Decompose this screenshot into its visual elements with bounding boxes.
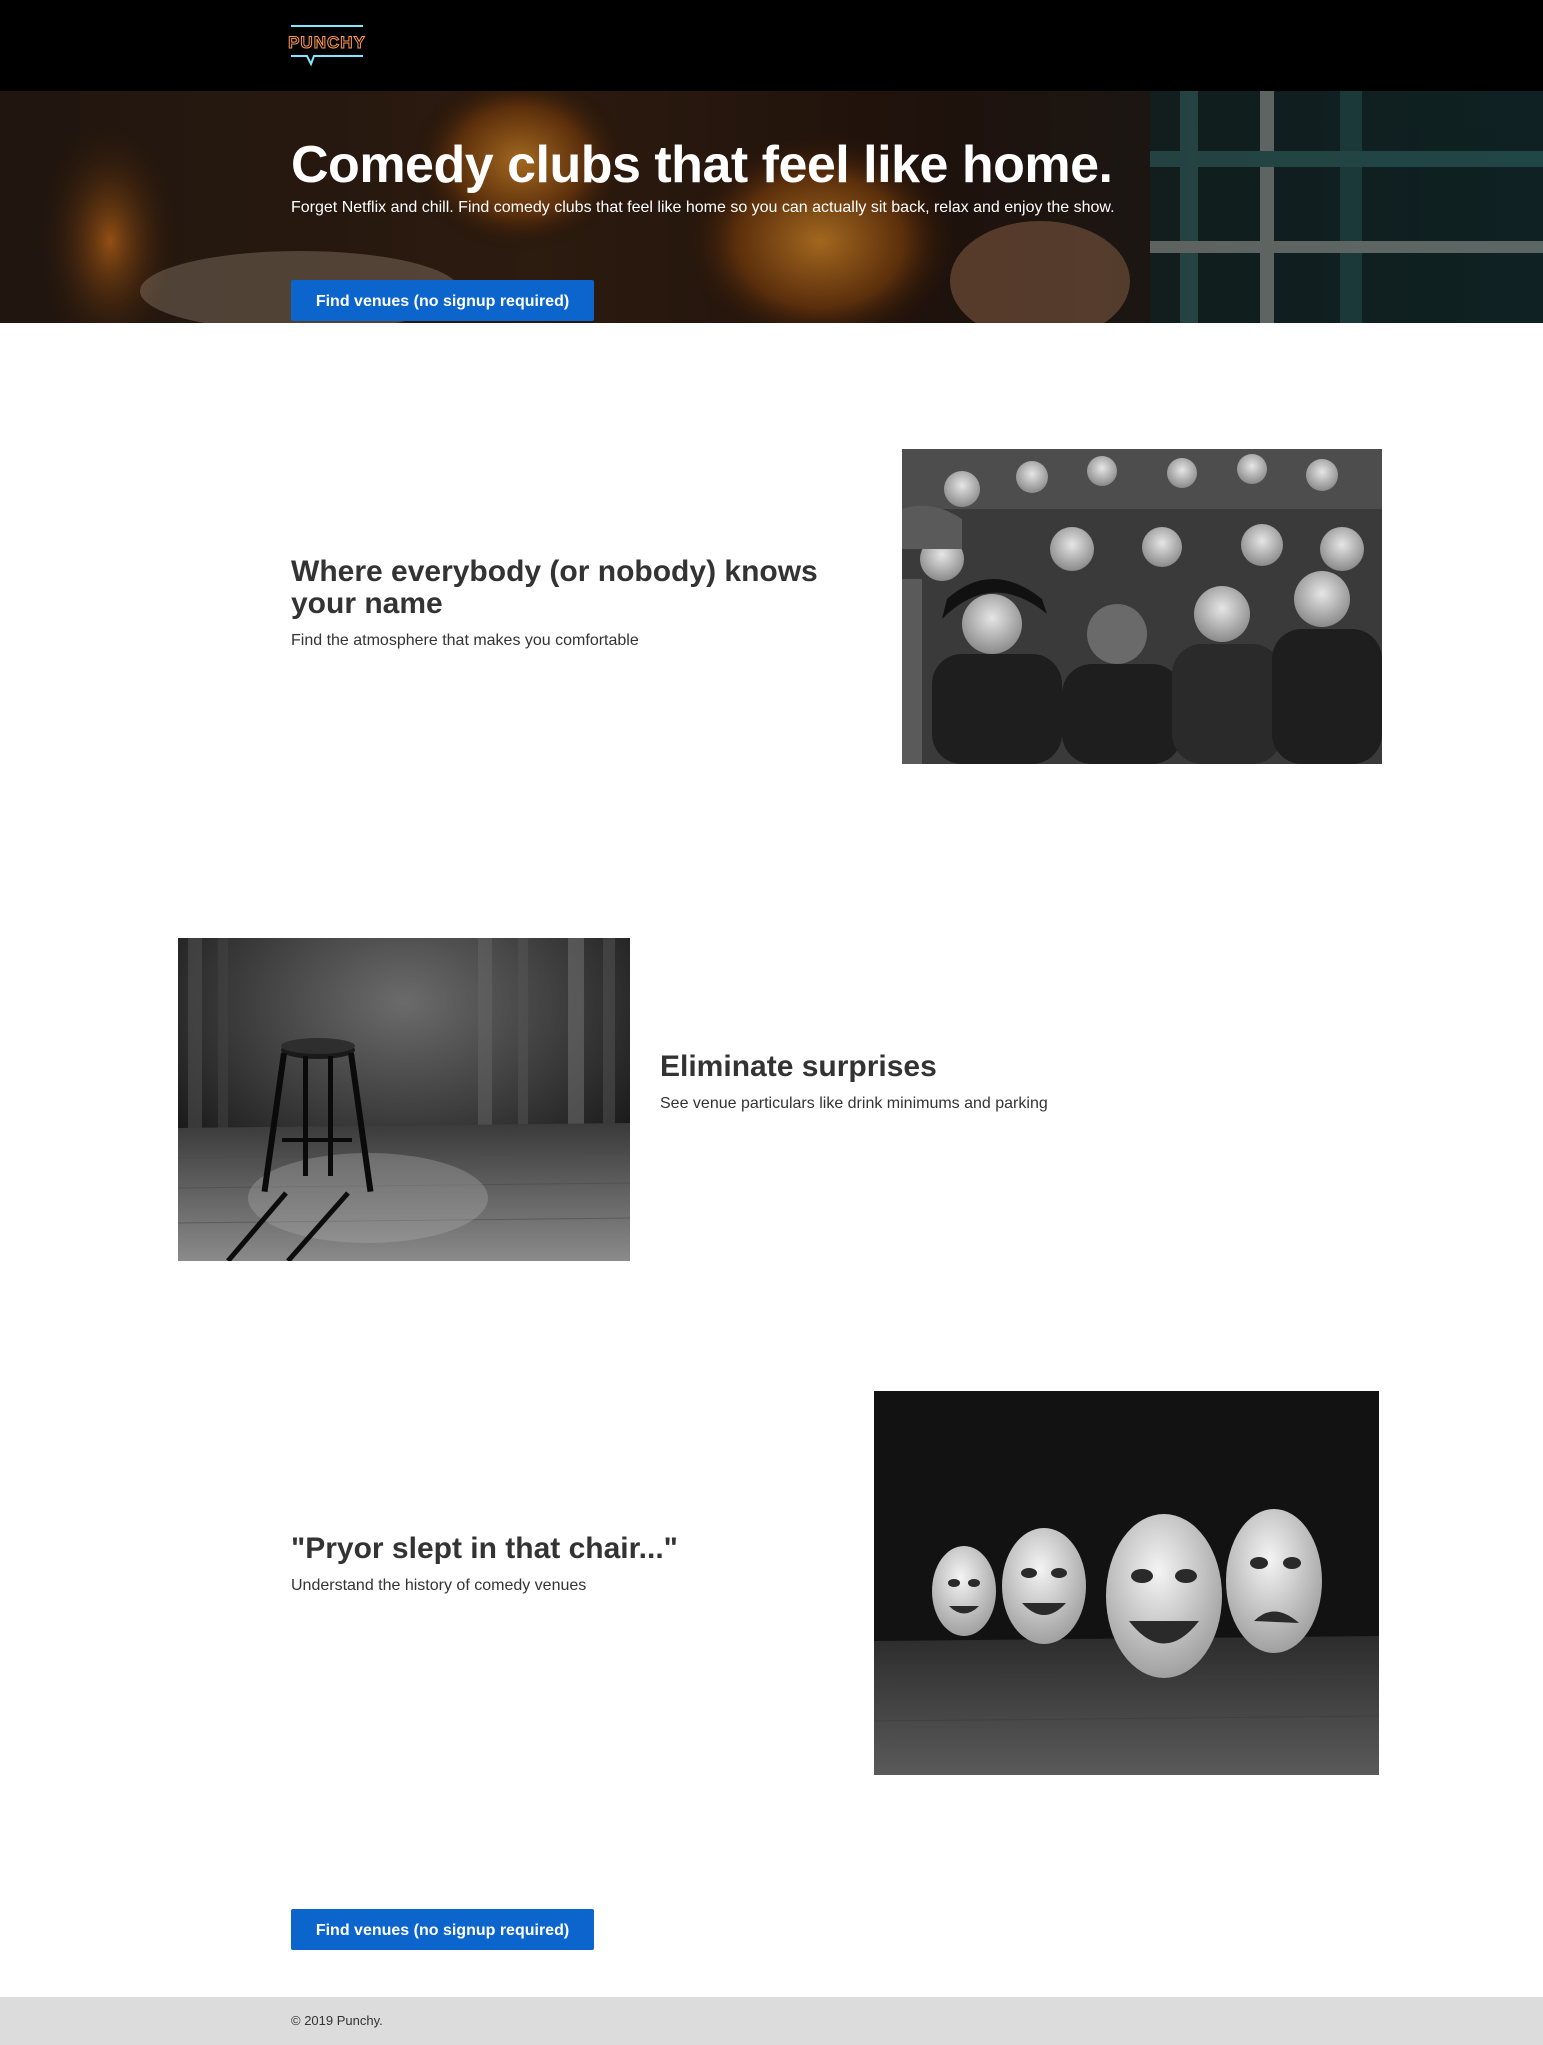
find-venues-button[interactable]: Find venues (no signup required) [291, 280, 594, 321]
find-venues-button-bottom[interactable]: Find venues (no signup required) [291, 1909, 594, 1950]
logo-text: PUNCHY [288, 33, 366, 52]
feature-block-atmosphere: Where everybody (or nobody) knows your n… [291, 556, 851, 652]
feature-title: Eliminate surprises [660, 1050, 937, 1083]
comedy-masks-photo [874, 1391, 1379, 1775]
hero-subtitle: Forget Netflix and chill. Find comedy cl… [291, 199, 1115, 216]
feature-title: Where everybody (or nobody) knows your n… [291, 555, 818, 620]
bottom-cta: Find venues (no signup required) [291, 1909, 594, 1950]
hero-title: Comedy clubs that feel like home. [291, 136, 1113, 194]
hero-content: Comedy clubs that feel like home. Forget… [291, 136, 1291, 321]
feature-description: Understand the history of comedy venues [291, 1577, 587, 1594]
page-footer: © 2019 Punchy. [0, 1997, 1543, 2045]
stage-stool-photo [178, 938, 630, 1261]
punchy-logo[interactable]: PUNCHY [283, 22, 373, 68]
audience-laughing-photo [902, 449, 1382, 764]
feature-description: See venue particulars like drink minimum… [660, 1095, 1048, 1112]
feature-block-history: "Pryor slept in that chair..." Understan… [291, 1533, 851, 1597]
hero-section: Comedy clubs that feel like home. Forget… [0, 91, 1543, 323]
feature-description: Find the atmosphere that makes you comfo… [291, 632, 639, 649]
feature-title: "Pryor slept in that chair..." [291, 1532, 678, 1565]
footer-copyright: © 2019 Punchy. [291, 2013, 383, 2028]
feature-block-surprises: Eliminate surprises See venue particular… [660, 1051, 1220, 1115]
top-navbar: PUNCHY [0, 0, 1543, 91]
